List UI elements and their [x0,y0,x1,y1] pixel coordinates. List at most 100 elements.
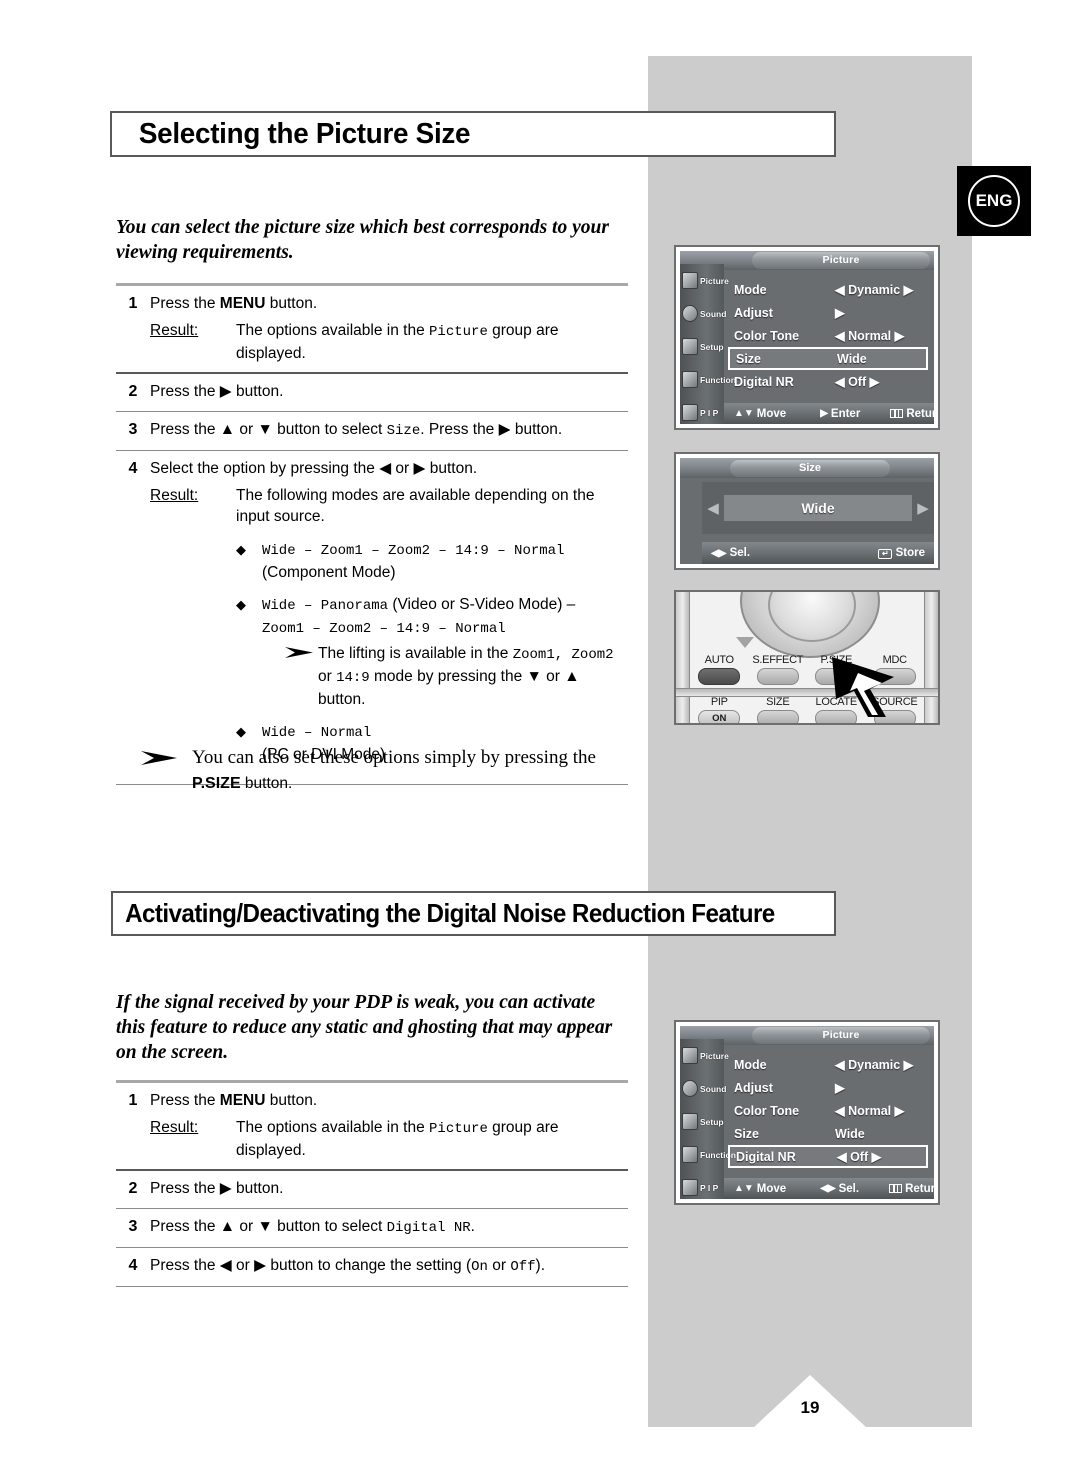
diamond-bullet-icon: ◆ [236,597,246,612]
page-number: 19 [800,1398,820,1417]
osd-row-digital-nr[interactable]: Digital NR ◀ Off ▶ [728,370,928,393]
osd-rail-item-sound[interactable]: Sound [680,1072,726,1105]
remote-button-size[interactable]: SIZE [749,696,807,723]
osd-row-mode[interactable]: Mode ◀ Dynamic ▶ [728,278,928,301]
mode-sequence-b: Zoom1 – Zoom2 – 14:9 – Normal [262,621,506,637]
step-body: Press the MENU button. Result: The optio… [150,1090,628,1161]
step-number: 2 [128,1180,138,1197]
osd-row-value: ◀ Off ▶ [835,375,880,389]
menu-icon [889,1184,903,1193]
setting-off: Off [510,1259,536,1275]
mode-bullet-list: ◆ Wide – Zoom1 – Zoom2 – 14:9 – Normal (… [236,539,628,765]
mode-context-a: (Video or S-Video Mode) – [388,596,576,613]
step-row: 4 Press the ◀ or ▶ button to change the … [116,1248,628,1286]
osd-hint-select: ◀▶ Sel. [711,547,750,559]
step-body: Press the ◀ or ▶ button to change the se… [150,1255,628,1278]
remote-button-cap [873,710,916,723]
left-arrow-icon[interactable]: ◀ [702,499,724,517]
remote-right-edge [924,592,938,723]
step-number: 4 [128,460,138,477]
osd-hint-return-label: Return [905,1182,934,1195]
osd-footer-hints: ▲▼Move ◀▶Sel. Return [724,1178,934,1199]
remote-button-cap [815,668,858,685]
remote-button-label: SIZE [766,696,790,708]
osd-rail-label: P I P [700,1182,719,1193]
remote-button-p-size[interactable]: P.SIZE [807,654,865,685]
osd-row-adjust[interactable]: Adjust ▶ [728,1076,928,1099]
osd-row-label: Adjust [734,1080,773,1095]
osd-row-value: ◀ Normal ▶ [835,1104,905,1118]
right-arrow-icon[interactable]: ▶ [912,499,934,517]
osd-title: Picture [752,252,930,269]
steps-table-2: 1 Press the MENU button. Result: The opt… [116,1080,628,1287]
osd-row-label: Mode [734,1057,767,1072]
osd-rail-item-setup[interactable]: Setup [680,1105,724,1138]
osd-rail-item-pip[interactable]: P I P [680,396,724,424]
step-number: 3 [128,421,138,438]
step-text-a: Press the [150,1092,220,1109]
remote-button-pip[interactable]: PIP ON [690,696,748,723]
osd-rail-item-function[interactable]: Function [680,1138,736,1171]
remote-button-cap [698,668,741,685]
remote-button-source[interactable]: SOURCE [866,696,924,723]
result-text: The options available in the Picture gro… [236,320,628,364]
remote-button-s-effect[interactable]: S.EFFECT [749,654,807,685]
note-text: The lifting is available in the Zoom1, Z… [318,643,628,710]
step-number: 4 [128,1257,138,1274]
osd-row-size[interactable]: Size Wide [728,1122,928,1145]
osd-footer-hints: ◀▶ Sel. ↵ Store [702,542,934,564]
osd-row-label: Adjust [734,305,773,320]
result-text-a: The options available in the [236,1119,430,1136]
osd-hint-select-label: Sel. [729,547,751,559]
osd-rail-label: Sound [700,308,727,319]
osd-title: Size [730,460,890,477]
list-item: ◆ Wide – Panorama (Video or S-Video Mode… [236,594,628,710]
note-modes-a: Zoom1, Zoom2 [512,647,614,663]
section-intro-2: If the signal received by your PDP is we… [116,992,613,1063]
osd-rail-item-sound[interactable]: Sound [680,297,727,330]
osd-hint-return: Return [890,408,934,420]
osd-hint-select-label: Sel. [838,1182,860,1195]
osd-row-color-tone[interactable]: Color Tone ◀ Normal ▶ [728,1099,928,1122]
osd-hint-move-label: Move [756,1182,787,1195]
step-text-b: . Press the ▶ button. [420,421,563,438]
osd-rail-item-function[interactable]: Function [680,363,736,396]
step-row: 2 Press the ▶ button. [116,374,628,411]
osd-menu-rows: Mode ◀ Dynamic ▶ Adjust ▶ Color Tone ◀ N… [728,1053,928,1168]
osd-rail-item-picture[interactable]: Picture [680,1039,729,1072]
osd-row-label: Color Tone [734,1103,800,1118]
step-instruction: Select the option by pressing the ◀ or ▶… [150,460,478,477]
osd-hint-store: ↵ Store [878,547,925,559]
note-modes-b: 14:9 [336,670,370,686]
osd-row-digital-nr[interactable]: Digital NR ◀ Off ▶ [728,1145,928,1168]
remote-button-row-2: PIP ON SIZE LOCATE SOURCE [690,696,924,723]
step-number: 1 [128,1092,138,1109]
step-row: 2 Press the ▶ button. [116,1171,628,1208]
osd-row-mode[interactable]: Mode ◀ Dynamic ▶ [728,1053,928,1076]
remote-body: AUTO S.EFFECT P.SIZE MDC PIP ON SIZE LOC… [676,592,938,723]
down-arrow-icon [736,637,754,648]
note-text-b: or [318,668,337,685]
section-title-box-2: Activating/Deactivating the Digital Nois… [111,891,836,936]
osd-rail-item-pip[interactable]: P I P [680,1171,724,1199]
osd-row-color-tone[interactable]: Color Tone ◀ Normal ▶ [728,324,928,347]
remote-button-cap: ON [698,710,741,723]
remote-button-auto[interactable]: AUTO [690,654,748,685]
remote-button-cap [756,668,799,685]
osd-rail-item-picture[interactable]: Picture [680,264,729,297]
osd-row-adjust[interactable]: Adjust ▶ [728,301,928,324]
remote-button-locate[interactable]: LOCATE [807,696,865,723]
enter-icon: ↵ [878,549,893,559]
step-row: 3 Press the ▲ or ▼ button to select Digi… [116,1209,628,1247]
list-item-text: Wide – Panorama (Video or S-Video Mode) … [262,594,628,710]
tip-line-2: button. [240,775,293,792]
remote-button-label: LOCATE [815,696,858,708]
note-text-a: The lifting is available in the [318,645,513,662]
osd-row-size[interactable]: Size Wide [728,347,928,370]
osd-row-value: ◀ Off ▶ [837,1150,882,1164]
osd-size-value[interactable]: Wide [724,495,912,521]
step-result: Result: The options available in the Pic… [150,1117,628,1161]
remote-button-mdc[interactable]: MDC [866,654,924,685]
osd-rail-item-setup[interactable]: Setup [680,330,724,363]
result-group-name: Picture [429,324,488,340]
